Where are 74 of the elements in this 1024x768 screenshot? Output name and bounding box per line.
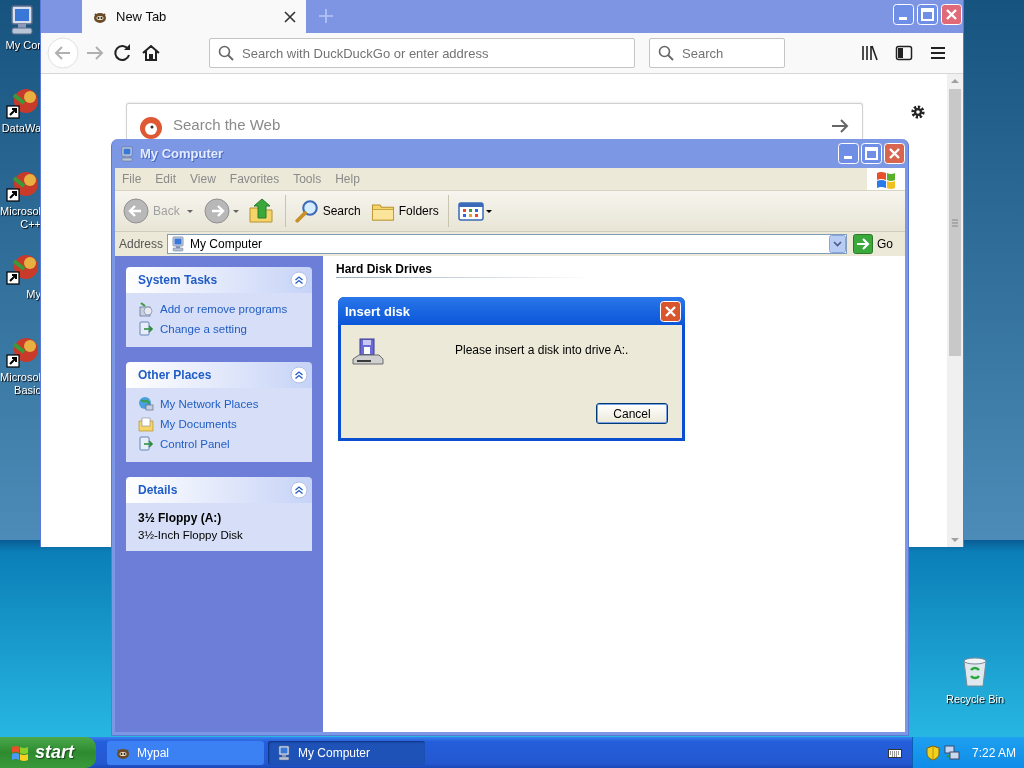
drive-type: 3½-Inch Floppy Disk [138,529,244,541]
panel-title: Other Places [138,368,212,382]
menu-item[interactable]: Edit [148,172,184,186]
icon-label: Recycle Bin [945,693,1005,705]
icon-label: Microsol [0,371,41,384]
computer-icon [170,236,187,252]
minimize-icon[interactable] [893,4,914,25]
panel-title: Details [138,483,178,497]
menu-item[interactable]: Help [328,172,367,186]
search-field[interactable]: Search [649,38,785,68]
clock: 7:22 AM [972,745,1017,760]
grid-icon [457,201,492,221]
search-icon [658,45,674,61]
collapse-icon[interactable] [290,481,308,499]
collapse-icon[interactable] [290,366,308,384]
dropdown-icon[interactable] [829,235,846,253]
library-icon[interactable] [861,44,879,62]
network-icon[interactable] [944,744,960,761]
icon-label: C++ [20,218,41,231]
drive-name: 3½ Floppy (A:) [138,511,223,525]
panel-title: System Tasks [138,273,218,287]
folders-button[interactable]: Folders [366,197,443,225]
computer-icon [276,744,292,761]
keyboard-icon[interactable] [888,746,902,759]
shortcut-icon[interactable] [6,253,38,285]
menu-item[interactable]: Tools [286,172,329,186]
icon-label: My Cor [5,39,41,52]
shield-icon[interactable] [925,744,941,761]
address-label: Address [119,237,164,251]
window-title: My Computer [140,146,224,161]
icon-label: DataWa [1,122,41,135]
icon-label: Basic [14,384,41,397]
settings-icon[interactable] [909,103,927,121]
documents-icon [138,416,154,432]
task-link[interactable]: My Network Places [138,396,300,412]
search-icon [218,45,234,61]
minimize-icon[interactable] [838,143,859,164]
dialog-message: Please insert a disk into drive A:. [455,343,629,357]
up-folder-icon[interactable] [247,198,274,224]
arrow-icon [853,234,873,254]
tab[interactable]: New Tab [82,0,306,33]
address-field[interactable]: Search with DuckDuckGo or enter address [209,38,635,68]
shortcut-icon[interactable] [6,336,38,368]
close-icon[interactable] [282,8,298,25]
setting-icon [138,436,154,452]
maximize-icon[interactable] [861,143,882,164]
menu-icon[interactable] [929,44,947,62]
menu-item[interactable]: File [115,172,149,186]
windows-logo-icon [875,169,897,189]
search-button[interactable]: Search [290,197,365,225]
setting-icon [138,321,154,337]
icon-label: Microsol [0,205,41,218]
cancel-button[interactable]: Cancel [596,403,668,424]
computer-icon [119,145,135,162]
shortcut-icon[interactable] [6,87,38,119]
task-link[interactable]: Change a setting [138,321,300,337]
task-link[interactable]: Add or remove programs [138,301,300,317]
menu-item[interactable]: Favorites [222,172,287,186]
task-link[interactable]: My Documents [138,416,300,432]
dialog-title: Insert disk [345,303,411,319]
shortcut-icon[interactable] [6,170,38,202]
search-icon [294,199,319,223]
sidebar-icon[interactable] [895,44,913,62]
taskbar-button[interactable]: My Computer [268,740,425,765]
collapse-icon[interactable] [290,271,308,289]
icon-label: My [26,288,41,301]
network-icon [138,396,154,412]
go-button[interactable]: Go [851,234,903,254]
address-field[interactable]: My Computer [167,234,847,254]
maximize-icon[interactable] [917,4,938,25]
menu-item[interactable]: View [183,172,223,186]
taskbar-button[interactable]: Mypal [107,740,264,765]
task-link[interactable]: Control Panel [138,436,300,452]
start-button[interactable]: start [0,737,96,768]
